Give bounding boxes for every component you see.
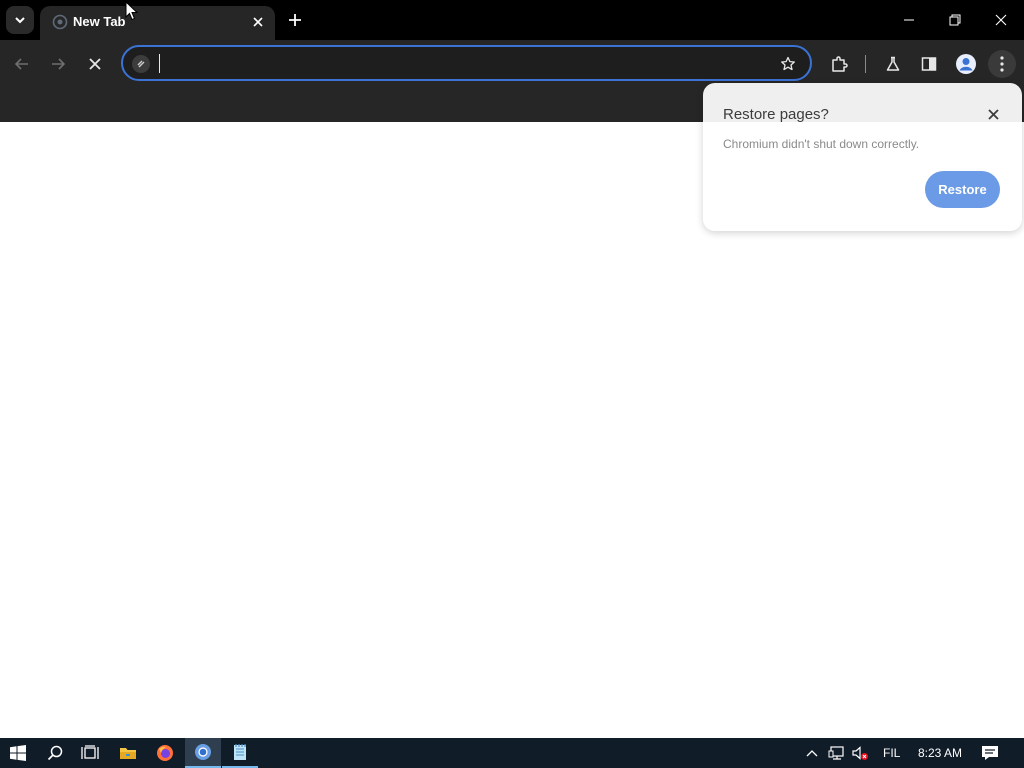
task-view-button[interactable] — [72, 738, 108, 768]
start-button[interactable] — [0, 738, 36, 768]
close-icon — [253, 17, 263, 27]
more-vert-icon — [1000, 56, 1004, 72]
toolbar — [0, 40, 1024, 86]
windows-logo-icon — [10, 745, 26, 761]
new-tab-button[interactable] — [283, 8, 307, 32]
network-button[interactable] — [828, 744, 846, 762]
taskbar-search-button[interactable] — [37, 738, 73, 768]
show-hidden-icons-button[interactable] — [803, 744, 821, 762]
restore-button[interactable]: Restore — [925, 171, 1000, 208]
chevron-down-icon — [15, 17, 25, 24]
taskbar-file-explorer[interactable] — [110, 738, 146, 768]
puzzle-icon — [832, 56, 848, 72]
taskbar-chromium[interactable] — [185, 738, 221, 768]
firefox-icon — [157, 745, 173, 761]
star-icon — [781, 56, 795, 71]
chevron-up-icon — [806, 750, 818, 757]
taskbar-firefox[interactable] — [147, 738, 183, 768]
text-caret — [159, 54, 160, 73]
side-panel-button[interactable] — [915, 50, 943, 78]
arrow-right-icon — [52, 58, 66, 70]
address-bar[interactable] — [121, 45, 812, 81]
flask-icon — [886, 56, 900, 71]
tab-strip: New Tab — [0, 0, 1024, 40]
screen: New Tab Restore pages? Chromium didn't s… — [0, 0, 1024, 768]
minimize-icon — [904, 19, 914, 21]
menu-button[interactable] — [988, 50, 1016, 78]
tab-title: New Tab — [73, 14, 126, 29]
notification-icon — [982, 746, 998, 760]
arrow-left-icon — [14, 58, 28, 70]
notepad-icon — [234, 744, 246, 760]
plus-icon — [289, 14, 301, 26]
close-icon — [995, 14, 1007, 26]
close-icon — [987, 108, 999, 120]
tab-new-tab[interactable]: New Tab — [40, 6, 275, 40]
forward-button[interactable] — [44, 50, 72, 78]
avatar-icon — [956, 54, 976, 74]
taskbar: FIL 8:23 AM — [0, 738, 1024, 768]
restore-pages-dialog: Restore pages? Chromium didn't shut down… — [703, 83, 1022, 231]
taskbar-notepad[interactable] — [222, 738, 258, 768]
search-icon — [47, 745, 63, 761]
extensions-button[interactable] — [825, 50, 853, 78]
restore-window-icon — [949, 14, 961, 26]
action-center-button[interactable] — [981, 744, 999, 762]
tab-search-button[interactable] — [6, 6, 34, 34]
labs-button[interactable] — [879, 50, 907, 78]
input-language-indicator[interactable]: FIL — [883, 746, 900, 760]
chromium-icon — [195, 744, 211, 760]
folder-icon — [120, 748, 136, 759]
site-info-icon[interactable] — [132, 55, 150, 73]
back-button[interactable] — [8, 50, 36, 78]
mouse-pointer-icon — [125, 1, 139, 21]
side-panel-icon — [921, 57, 937, 71]
bookmark-star-button[interactable] — [778, 54, 798, 74]
clock[interactable]: 8:23 AM — [918, 746, 962, 760]
close-icon — [89, 58, 101, 70]
page-icon — [137, 60, 145, 68]
chromium-favicon-icon — [52, 14, 68, 30]
dialog-close-button[interactable] — [984, 105, 1002, 123]
stop-loading-button[interactable] — [81, 50, 109, 78]
network-icon — [828, 746, 844, 760]
minimize-button[interactable] — [886, 0, 932, 40]
address-input[interactable] — [157, 52, 757, 74]
profile-button[interactable] — [952, 50, 980, 78]
close-window-button[interactable] — [978, 0, 1024, 40]
tab-close-button[interactable] — [249, 13, 267, 31]
dialog-title: Restore pages? — [723, 106, 829, 123]
volume-button[interactable] — [851, 744, 869, 762]
volume-muted-icon — [852, 746, 868, 760]
dialog-message: Chromium didn't shut down correctly. — [723, 137, 920, 151]
restore-window-button[interactable] — [932, 0, 978, 40]
task-view-icon — [81, 745, 99, 759]
toolbar-divider — [865, 55, 866, 73]
